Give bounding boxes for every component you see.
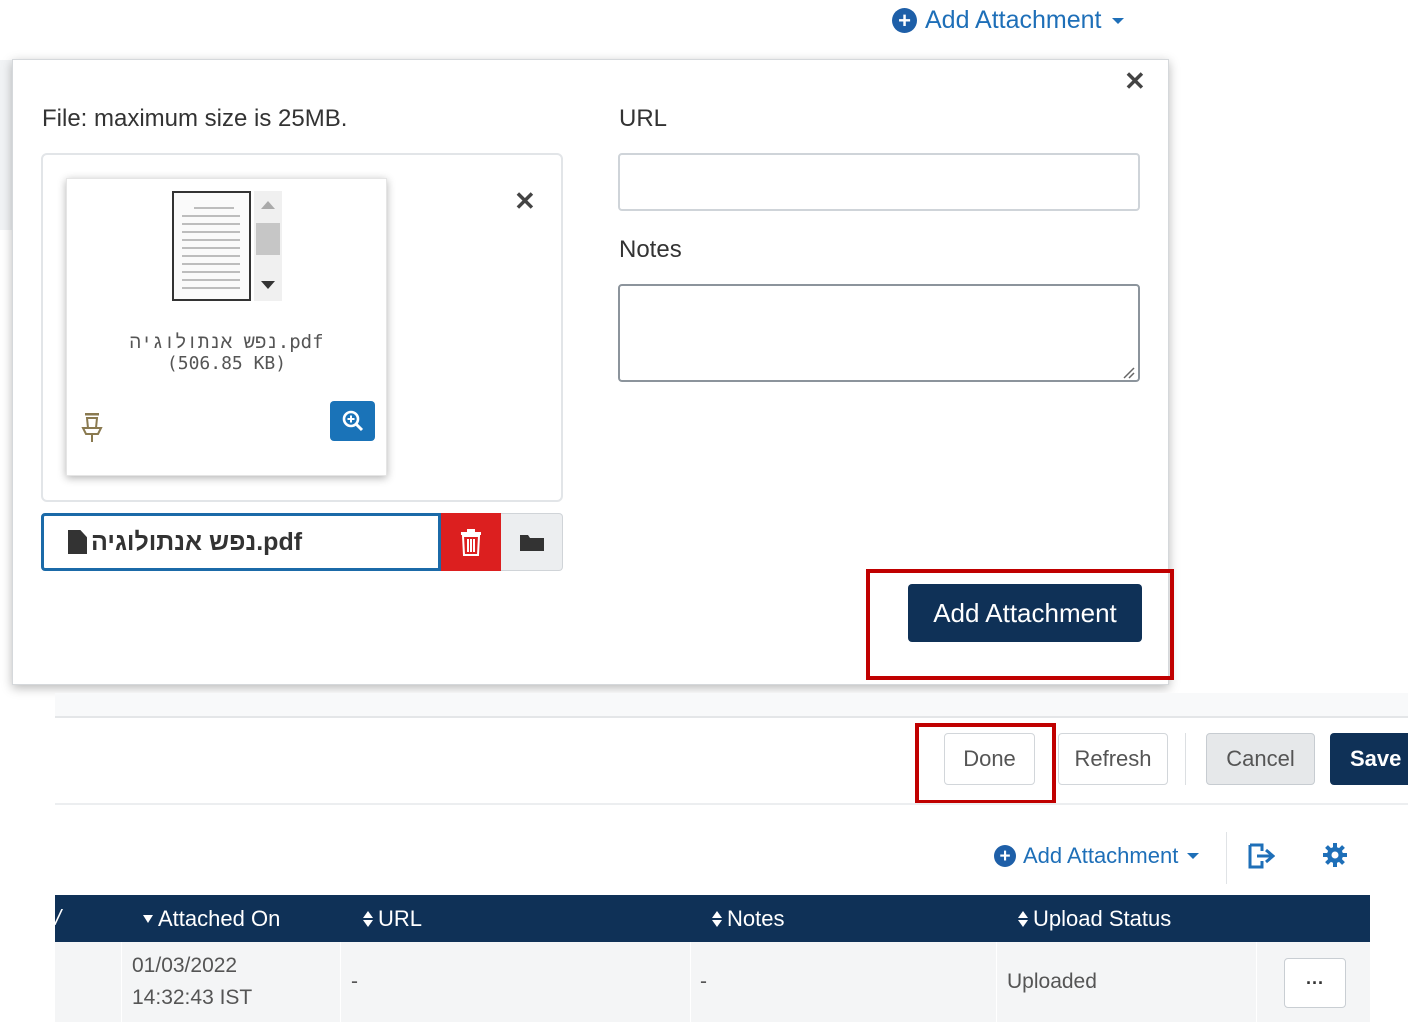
- upload-status-cell: Uploaded: [1007, 970, 1097, 993]
- scroll-up-icon[interactable]: [261, 201, 275, 209]
- caret-down-icon: [1111, 17, 1124, 24]
- zoom-in-icon: [342, 410, 363, 432]
- selected-file-name: נפש אנתולוגיה.pdf: [91, 527, 303, 556]
- divider: [1226, 832, 1227, 884]
- toolbar-strip: [55, 693, 1408, 716]
- file-size-hint: File: maximum size is 25MB.: [42, 105, 348, 132]
- file-icon: [68, 530, 87, 554]
- divider: [1185, 733, 1186, 785]
- attached-on-time: 14:32:43 IST: [132, 986, 253, 1009]
- column-label: Notes: [727, 906, 785, 931]
- pdf-scrollbar[interactable]: [254, 191, 282, 301]
- column-label: Attached On: [158, 906, 281, 931]
- delete-file-button[interactable]: [441, 513, 501, 571]
- column-label: Upload Status: [1033, 906, 1172, 931]
- drag-handle-icon[interactable]: [79, 410, 105, 444]
- sort-icon: [712, 911, 722, 927]
- column-header-notes[interactable]: Notes: [712, 906, 784, 932]
- highlight-box: [915, 723, 1056, 804]
- highlight-box: [866, 569, 1174, 680]
- sort-icon: [1018, 911, 1028, 927]
- sort-icon: [363, 911, 373, 927]
- notes-label: Notes: [619, 236, 682, 263]
- cancel-button[interactable]: Cancel: [1206, 733, 1315, 785]
- preview-file-size: (506.85 KB): [166, 353, 287, 374]
- truncated-column-mark: /: [55, 905, 62, 930]
- browse-file-button[interactable]: [501, 513, 563, 571]
- column-header-url[interactable]: URL: [363, 906, 422, 932]
- close-popup-icon[interactable]: ✕: [1124, 66, 1146, 97]
- save-button[interactable]: Save: [1330, 733, 1408, 785]
- divider: [55, 716, 1408, 718]
- url-input[interactable]: [618, 153, 1140, 211]
- column-header-upload-status[interactable]: Upload Status: [1018, 906, 1171, 932]
- sort-desc-icon: [143, 915, 153, 923]
- cell-divider: [996, 942, 997, 1022]
- column-label: URL: [378, 906, 423, 931]
- pdf-thumbnail: [172, 191, 251, 301]
- resize-grip-icon[interactable]: [1120, 364, 1136, 380]
- column-header-attached-on[interactable]: Attached On: [143, 906, 280, 932]
- preview-file-name: נפש אנתולוגיה.pdf: [129, 331, 324, 353]
- refresh-button[interactable]: Refresh: [1058, 733, 1168, 785]
- scroll-down-icon[interactable]: [261, 281, 275, 289]
- table-add-attachment-label: Add Attachment: [1023, 843, 1179, 868]
- row-actions-button[interactable]: ···: [1284, 958, 1346, 1008]
- divider: [55, 803, 1408, 805]
- table-add-attachment-dropdown[interactable]: + Add Attachment: [994, 843, 1200, 869]
- zoom-preview-button[interactable]: [330, 401, 375, 441]
- attached-on-date: 01/03/2022: [132, 954, 238, 977]
- export-icon[interactable]: [1247, 843, 1275, 869]
- url-label: URL: [619, 105, 668, 132]
- cell-divider: [690, 942, 691, 1022]
- add-attachment-dropdown[interactable]: + Add Attachment: [892, 6, 1124, 35]
- background-panel: [0, 60, 12, 230]
- selected-file-field[interactable]: נפש אנתולוגיה.pdf: [41, 513, 441, 571]
- table-header: / Attached On URL Notes Upload Status: [55, 895, 1370, 942]
- cell-divider: [1256, 942, 1257, 1022]
- remove-preview-icon[interactable]: ✕: [514, 186, 536, 217]
- cell-divider: [121, 942, 122, 1022]
- url-cell: -: [351, 970, 358, 993]
- trash-icon: [461, 529, 481, 556]
- scroll-thumb[interactable]: [256, 223, 280, 255]
- plus-circle-icon: +: [994, 845, 1016, 867]
- add-attachment-label: Add Attachment: [925, 6, 1102, 34]
- folder-icon: [519, 535, 544, 551]
- notes-textarea[interactable]: [618, 284, 1140, 382]
- notes-cell: -: [700, 970, 707, 993]
- gear-icon[interactable]: [1323, 843, 1347, 867]
- cell-divider: [340, 942, 341, 1022]
- plus-circle-icon: +: [892, 8, 917, 33]
- table-row[interactable]: 01/03/2022 14:32:43 IST - - Uploaded ···: [55, 942, 1370, 1022]
- caret-down-icon: [1187, 853, 1200, 859]
